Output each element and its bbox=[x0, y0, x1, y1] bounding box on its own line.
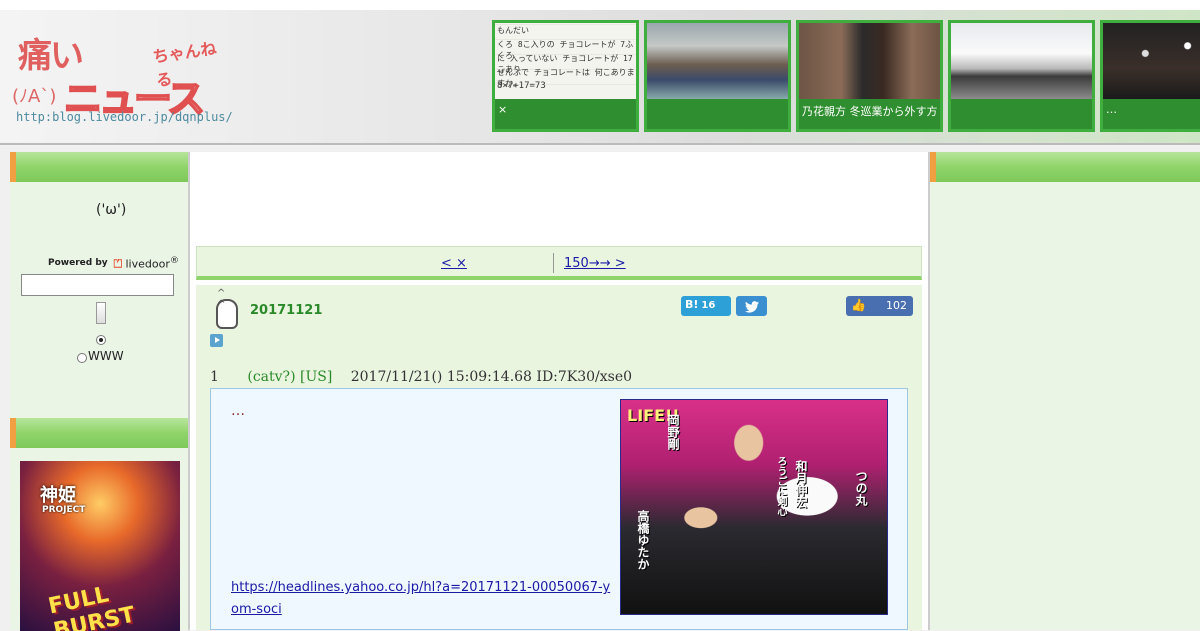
featured-thumb-2[interactable] bbox=[644, 20, 791, 132]
banner-title: 神姫 bbox=[40, 485, 76, 506]
left-sidebar: ('ω') Powered by ⏍ livedoor® WWW 神姫 PROJ… bbox=[10, 152, 190, 631]
thumb-caption-1: × bbox=[495, 99, 636, 129]
photo-text: つの丸 bbox=[854, 470, 868, 506]
sidebar-face-emoticon: ('ω') bbox=[96, 202, 127, 218]
livedoor-reg-mark: ® bbox=[169, 255, 180, 266]
logo-face: (ﾉA`) bbox=[12, 86, 57, 107]
prev-article-link[interactable]: < × bbox=[441, 256, 467, 271]
thumb-image-text: 8×7+17=73 bbox=[497, 81, 546, 91]
thumb-image-2 bbox=[647, 23, 788, 99]
powered-by-livedoor: Powered by ⏍ livedoor® bbox=[48, 255, 179, 272]
featured-thumb-4[interactable] bbox=[948, 20, 1095, 132]
photo-text: ろうごに剣心 bbox=[775, 456, 786, 516]
cat-icon bbox=[216, 288, 238, 329]
hatena-bookmark-button[interactable]: B! 16 bbox=[681, 296, 731, 316]
logo-url: http:blog.livedoor.jp/dqnplus/ bbox=[16, 110, 233, 124]
powered-by-label: Powered by bbox=[48, 258, 108, 269]
response-meta: 2017/11/21() 15:09:14.68 ID:7K30/xse0 bbox=[350, 369, 633, 385]
next-article-link[interactable]: 150→→ > bbox=[564, 256, 626, 271]
livedoor-icon: ⏍ bbox=[113, 257, 122, 271]
header-top-stripe bbox=[0, 0, 1200, 10]
source-link[interactable]: https://headlines.yahoo.co.jp/hl?a=20171… bbox=[231, 577, 611, 621]
photo-text: 和月伸宏 bbox=[794, 460, 808, 508]
twitter-share-button[interactable] bbox=[736, 296, 767, 316]
thumb-image-5 bbox=[1103, 23, 1200, 99]
article-pager: < × 150→→ > bbox=[196, 246, 922, 280]
response-body: … LIFE!! 岡野剛 和月伸宏 ろうごに剣心 高橋ゆたか つの丸 https… bbox=[210, 388, 908, 630]
thumb-caption-2 bbox=[647, 99, 788, 129]
www-radio-label: WWW bbox=[88, 349, 124, 363]
search-button[interactable] bbox=[96, 302, 106, 324]
main-content: < × 150→→ > 20171121 B!16 👍 102 1 (catv?… bbox=[190, 152, 928, 630]
response-number: 1 bbox=[210, 369, 219, 385]
fb-like-count: 102 bbox=[886, 299, 907, 312]
featured-thumbnails: もんだい くろ 8こ入りの チョコレートが 7ふくろ に 入っていない チョコレ… bbox=[492, 20, 1200, 132]
response-name: (catv?) [US] bbox=[247, 369, 333, 385]
banner-subtitle: PROJECT bbox=[42, 505, 86, 515]
photo-text: 岡野剛 bbox=[666, 414, 680, 450]
photo-text: 高橋ゆたか bbox=[636, 510, 650, 570]
ad-banner[interactable]: 神姫 PROJECT FULL BURST bbox=[20, 461, 180, 631]
post-date: 20171121 bbox=[250, 303, 323, 318]
featured-thumb-1[interactable]: もんだい くろ 8こ入りの チョコレートが 7ふくろ に 入っていない チョコレ… bbox=[492, 20, 639, 132]
featured-thumb-5[interactable]: … bbox=[1100, 20, 1200, 132]
hatena-count: 16 bbox=[701, 300, 716, 311]
thumb-image-4 bbox=[951, 23, 1092, 99]
response-header: 1 (catv?) [US] 2017/11/21() 15:09:14.68 … bbox=[210, 369, 632, 385]
right-sidebar bbox=[928, 152, 1200, 630]
facebook-like-button[interactable]: 👍 102 bbox=[846, 296, 913, 316]
sidebar-section-bar bbox=[10, 418, 188, 448]
banner-event: FULL BURST bbox=[46, 582, 138, 631]
twitter-bird-icon bbox=[744, 300, 759, 313]
search-scope-site-radio[interactable] bbox=[96, 335, 106, 345]
response-text: … bbox=[231, 403, 245, 419]
thumbs-up-icon: 👍 bbox=[851, 298, 866, 312]
livedoor-logo: ⏍ livedoor® bbox=[114, 255, 179, 272]
thumb-caption-3: 乃花親方 冬巡業から外す方 bbox=[799, 99, 940, 129]
thumb-image-text: もんだい bbox=[497, 26, 529, 35]
sidebar-section-bar bbox=[930, 152, 1200, 182]
sidebar-section-bar bbox=[10, 152, 188, 182]
featured-thumb-3[interactable]: 乃花親方 冬巡業から外す方 bbox=[796, 20, 943, 132]
pager-divider bbox=[553, 253, 554, 273]
thumb-image-3 bbox=[799, 23, 940, 99]
article-photo[interactable]: LIFE!! 岡野剛 和月伸宏 ろうごに剣心 高橋ゆたか つの丸 bbox=[620, 399, 888, 615]
site-logo[interactable]: 痛い ちゃんねる (ﾉA`) ニュース http:blog.livedoor.j… bbox=[12, 22, 233, 132]
livedoor-wordmark: livedoor bbox=[125, 257, 170, 271]
hatena-icon: B! bbox=[685, 298, 699, 311]
search-input[interactable] bbox=[21, 274, 174, 296]
article: 20171121 B!16 👍 102 1 (catv?) [US] 2017/… bbox=[196, 285, 922, 630]
site-header: 痛い ちゃんねる (ﾉA`) ニュース http:blog.livedoor.j… bbox=[0, 0, 1200, 145]
play-icon[interactable] bbox=[210, 334, 223, 347]
thumb-image-1: もんだい くろ 8こ入りの チョコレートが 7ふくろ に 入っていない チョコレ… bbox=[495, 23, 636, 99]
thumb-caption-5: … bbox=[1103, 99, 1200, 129]
search-scope-www-radio[interactable] bbox=[77, 353, 87, 363]
thumb-caption-4 bbox=[951, 99, 1092, 129]
